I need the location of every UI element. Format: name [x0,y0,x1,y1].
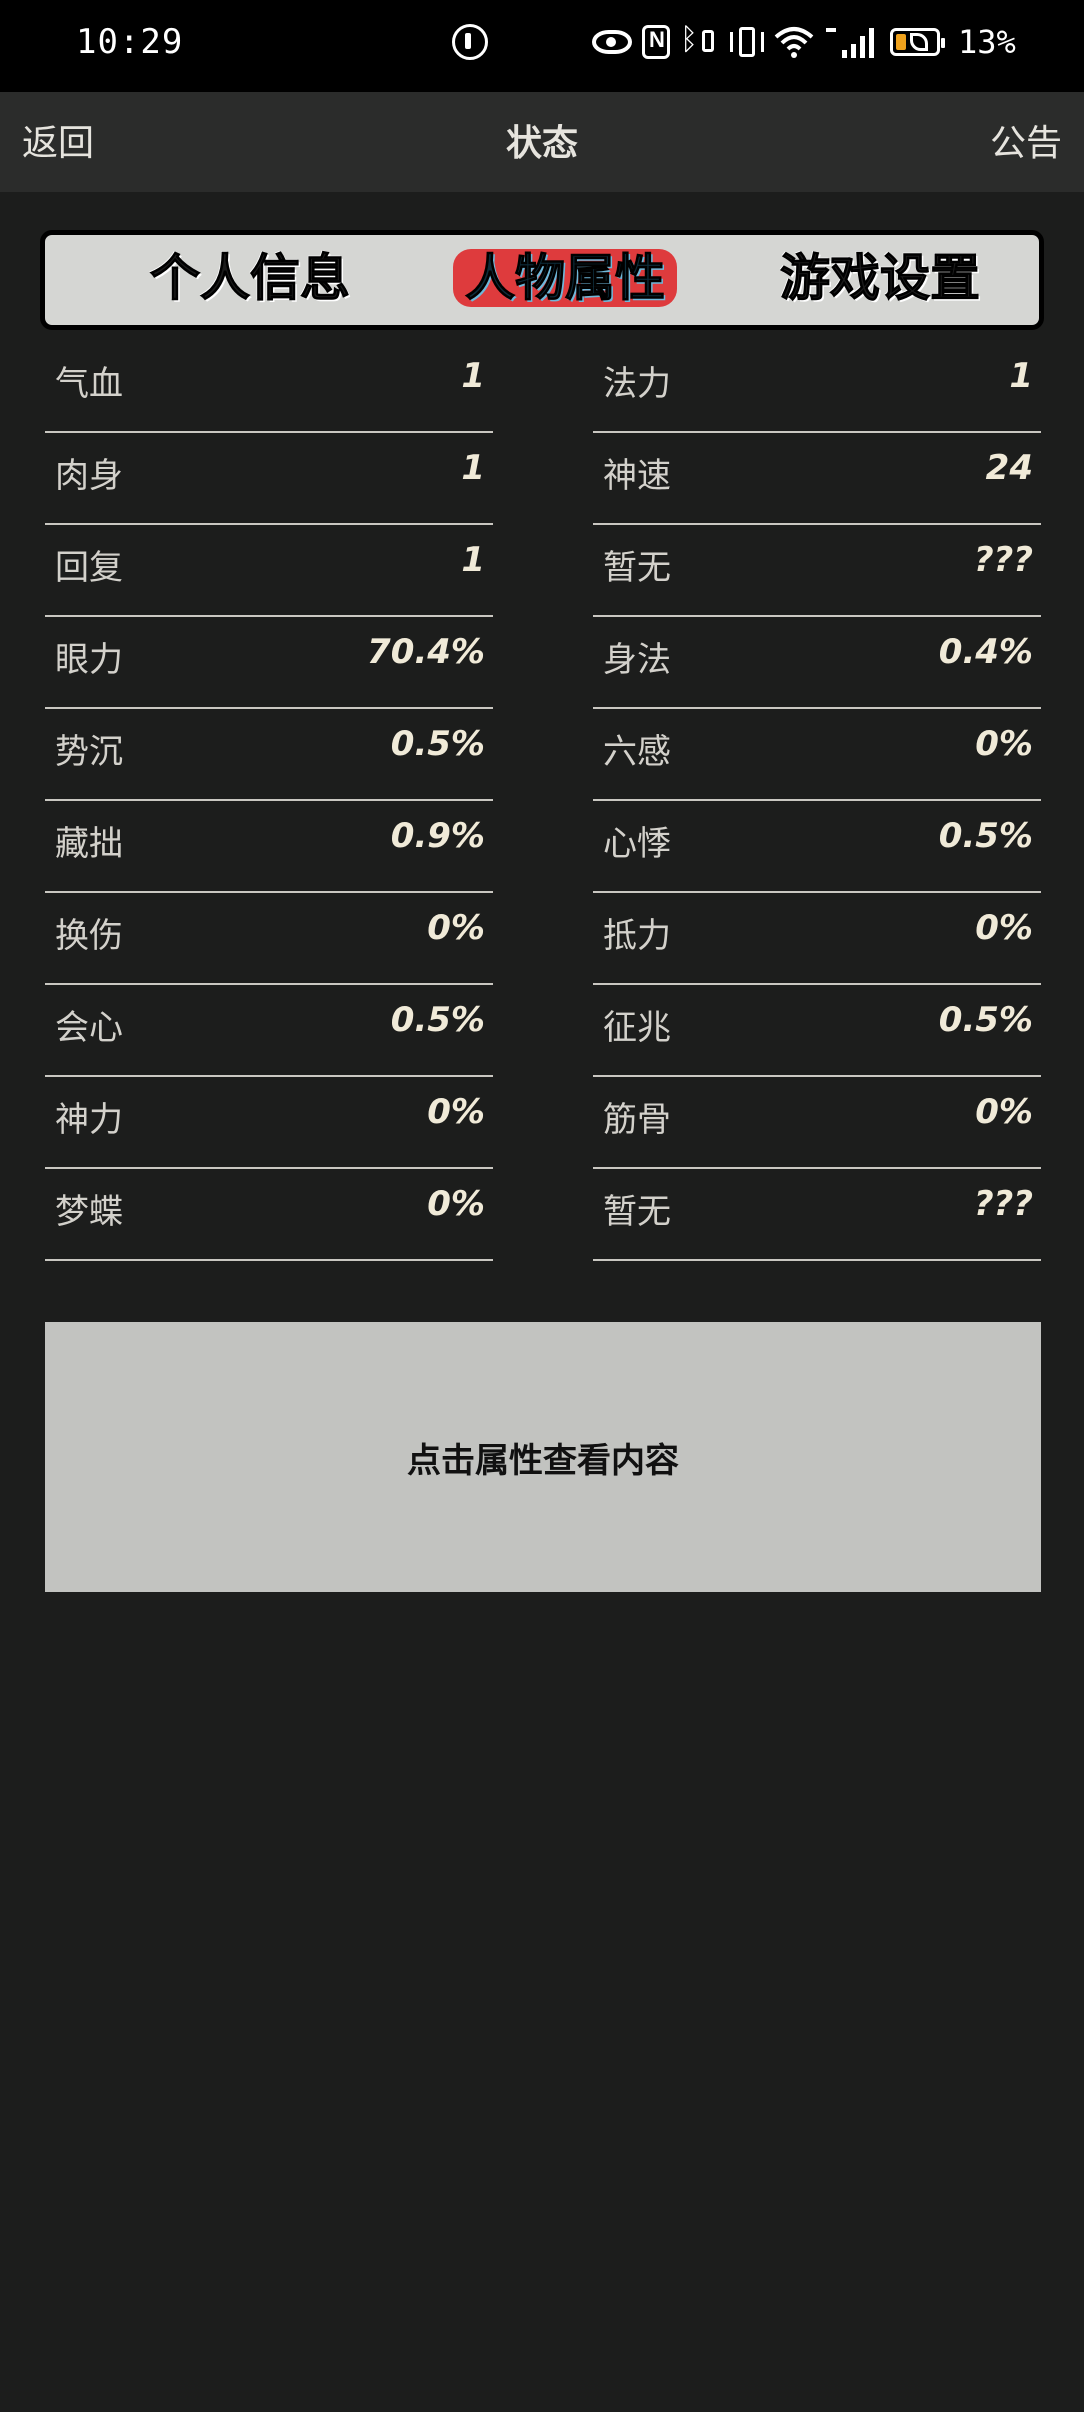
status-bar: 10:29 13% [0,0,1084,92]
attribute-row[interactable]: 气血 1 [45,342,493,433]
tab-label: 个人信息 [150,249,351,308]
attribute-row[interactable]: 换伤 0% [45,894,493,985]
app-header: 返回 状态 公告 [0,92,1084,192]
attribute-row[interactable]: 会心 0.5% [45,986,493,1077]
attribute-value: 24 [985,448,1033,488]
attribute-name: 法力 [603,364,671,404]
attribute-value: 0% [427,1092,485,1132]
attribute-name: 心悸 [603,824,671,864]
attribute-name: 身法 [603,640,671,680]
tab-personal-info[interactable]: 个人信息 [135,247,365,309]
attribute-name: 肉身 [55,456,123,496]
attribute-name: 暂无 [603,1192,671,1232]
attribute-row[interactable]: 身法 0.4% [593,618,1041,709]
tab-label: 游戏设置 [780,249,981,308]
attribute-name: 梦蝶 [55,1192,123,1232]
attribute-description-box: 点击属性查看内容 [45,1322,1041,1592]
attribute-value: 0.5% [390,724,485,764]
attribute-name: 征兆 [603,1008,671,1048]
attribute-value: 1 [1009,356,1033,396]
attribute-row[interactable]: 暂无??? [593,1170,1041,1261]
battery-percent: 13% [958,23,1016,61]
bluetooth-icon [680,22,720,60]
attribute-row[interactable]: 暂无??? [593,526,1041,617]
status-icons: 13% [592,20,1016,64]
attribute-row[interactable]: 神速 24 [593,434,1041,525]
attribute-value: 0% [975,908,1033,948]
attribute-row[interactable]: 藏拙 0.9% [45,802,493,893]
attribute-row[interactable]: 心悸 0.5% [593,802,1041,893]
attribute-row[interactable]: 回复 1 [45,526,493,617]
attribute-value: 1 [461,356,485,396]
attribute-description-text: 点击属性查看内容 [407,1440,679,1481]
attribute-row[interactable]: 势沉 0.5% [45,710,493,801]
signal-4g-icon [824,24,880,60]
nfc-icon [642,25,670,59]
data-saver-icon [452,24,488,60]
attribute-value: 0% [975,724,1033,764]
page-title: 状态 [505,123,578,164]
attribute-name: 暂无 [603,548,671,588]
attribute-row[interactable]: 筋骨 0% [593,1078,1041,1169]
attribute-name: 神力 [55,1100,123,1140]
attribute-list-right: 法力 1 神速 24 暂无??? 身法 0.4% 六感 0% 心悸 0.5% 抵力 0% 征… [593,342,1041,1262]
vibrate-icon [730,24,764,60]
attribute-name: 气血 [55,364,123,404]
tab-game-settings[interactable]: 游戏设置 [755,247,1005,309]
attribute-value: 0.5% [938,1000,1033,1040]
attribute-row[interactable]: 六感 0% [593,710,1041,801]
tab-character-attributes[interactable]: 人物属性 [445,247,685,309]
attribute-name: 回复 [55,548,123,588]
tab-bar: 个人信息 人物属性 游戏设置 [40,230,1044,330]
attribute-name: 换伤 [55,916,123,956]
attribute-row[interactable]: 梦蝶 0% [45,1170,493,1261]
attribute-value: ??? [973,540,1033,580]
notice-button[interactable]: 公告 [990,114,1062,166]
attribute-value: 1 [461,540,485,580]
attribute-value: 0.5% [938,816,1033,856]
attribute-value: 0% [975,1092,1033,1132]
attribute-name: 筋骨 [603,1100,671,1140]
attribute-value: 0% [427,1184,485,1224]
battery-icon [890,28,945,56]
attribute-row[interactable]: 肉身 1 [45,434,493,525]
attribute-row[interactable]: 抵力 0% [593,894,1041,985]
attribute-value: 0% [427,908,485,948]
attribute-value: 0.9% [390,816,485,856]
attribute-name: 抵力 [603,916,671,956]
attribute-row[interactable]: 征兆 0.5% [593,986,1041,1077]
attribute-list-left: 气血 1 肉身 1 回复 1 眼力 70.4% 势沉 0.5% 藏拙 0.9% 换伤 0% 会… [45,342,493,1262]
attribute-name: 会心 [55,1008,123,1048]
eye-comfort-icon [592,30,632,54]
attribute-name: 势沉 [55,732,123,772]
attribute-value: ??? [973,1184,1033,1224]
attribute-row[interactable]: 神力 0% [45,1078,493,1169]
tab-label: 人物属性 [453,249,677,308]
attribute-value: 0.4% [938,632,1033,672]
attribute-name: 眼力 [55,640,123,680]
attribute-row[interactable]: 眼力 70.4% [45,618,493,709]
status-time: 10:29 [76,22,184,62]
attribute-name: 藏拙 [55,824,123,864]
attribute-name: 神速 [603,456,671,496]
attribute-row[interactable]: 法力 1 [593,342,1041,433]
attribute-value: 70.4% [367,632,485,672]
attribute-value: 0.5% [390,1000,485,1040]
attribute-name: 六感 [603,732,671,772]
attribute-value: 1 [461,448,485,488]
wifi-icon [774,25,814,59]
